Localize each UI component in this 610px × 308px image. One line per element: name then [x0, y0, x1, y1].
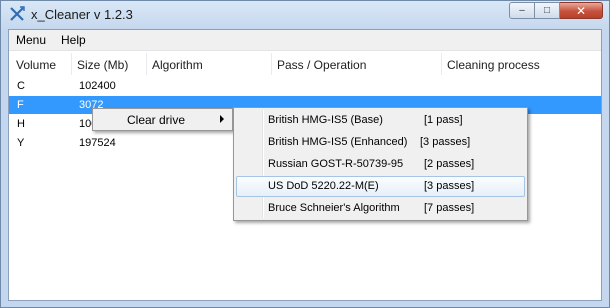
submenu-item-hmg-base[interactable]: British HMG-IS5 (Base) [1 pass]	[236, 110, 525, 131]
cell-volume: H	[17, 118, 25, 130]
context-item-label: Clear drive	[127, 113, 186, 127]
close-icon: ✕	[575, 3, 587, 18]
x-cleaner-app-icon	[10, 6, 25, 21]
close-button[interactable]: ✕	[560, 2, 603, 19]
column-header-process[interactable]: Cleaning process	[447, 58, 540, 72]
context-menu: Clear drive	[92, 108, 233, 131]
menu-menu[interactable]: Menu	[16, 33, 46, 47]
table-row[interactable]: C 102400	[9, 77, 601, 95]
algorithm-passes: [3 passes]	[424, 180, 475, 192]
cell-volume: Y	[17, 137, 25, 149]
column-divider[interactable]	[146, 53, 147, 75]
submenu-item-schneier[interactable]: Bruce Schneier's Algorithm [7 passes]	[236, 198, 525, 219]
title-bar[interactable]: x_Cleaner v 1.2.3 – □ ✕	[1, 1, 609, 29]
menu-help[interactable]: Help	[61, 33, 86, 47]
algorithm-name: Russian GOST-R-50739-95	[268, 158, 404, 170]
submenu-arrow-icon	[220, 115, 224, 123]
submenu-item-gost[interactable]: Russian GOST-R-50739-95 [2 passes]	[236, 154, 525, 175]
cell-size: 102400	[79, 80, 116, 92]
context-item-clear-drive[interactable]: Clear drive	[95, 111, 230, 128]
submenu-item-hmg-enhanced[interactable]: British HMG-IS5 (Enhanced) [3 passes]	[236, 132, 525, 153]
algorithm-passes: [1 pass]	[424, 114, 463, 126]
algorithm-passes: [3 passes]	[420, 136, 471, 148]
cell-volume: F	[17, 99, 24, 111]
algorithm-submenu: British HMG-IS5 (Base) [1 pass] British …	[233, 107, 528, 221]
caption-buttons: – □ ✕	[509, 2, 603, 20]
cell-size: 197524	[79, 137, 116, 149]
algorithm-name: US DoD 5220.22-M(E)	[268, 180, 379, 192]
minimize-button[interactable]: –	[509, 2, 535, 19]
maximize-icon: □	[543, 5, 551, 16]
algorithm-name: British HMG-IS5 (Enhanced)	[268, 136, 408, 148]
column-header-pass[interactable]: Pass / Operation	[277, 58, 366, 72]
algorithm-passes: [2 passes]	[424, 158, 475, 170]
submenu-item-dod[interactable]: US DoD 5220.22-M(E) [3 passes]	[236, 176, 525, 197]
column-header-algorithm[interactable]: Algorithm	[152, 58, 203, 72]
table-header: Volume Size (Mb) Algorithm Pass / Operat…	[9, 53, 601, 77]
column-divider[interactable]	[271, 53, 272, 75]
column-divider[interactable]	[441, 53, 442, 75]
column-header-size[interactable]: Size (Mb)	[77, 58, 128, 72]
menu-bar: Menu Help	[9, 30, 601, 51]
algorithm-name: British HMG-IS5 (Base)	[268, 114, 383, 126]
minimize-icon: –	[519, 5, 525, 16]
column-header-volume[interactable]: Volume	[16, 58, 56, 72]
column-divider[interactable]	[71, 53, 72, 75]
maximize-button[interactable]: □	[535, 2, 560, 19]
algorithm-name: Bruce Schneier's Algorithm	[268, 202, 400, 214]
algorithm-passes: [7 passes]	[424, 202, 475, 214]
window-title: x_Cleaner v 1.2.3	[31, 7, 133, 22]
cell-volume: C	[17, 80, 25, 92]
